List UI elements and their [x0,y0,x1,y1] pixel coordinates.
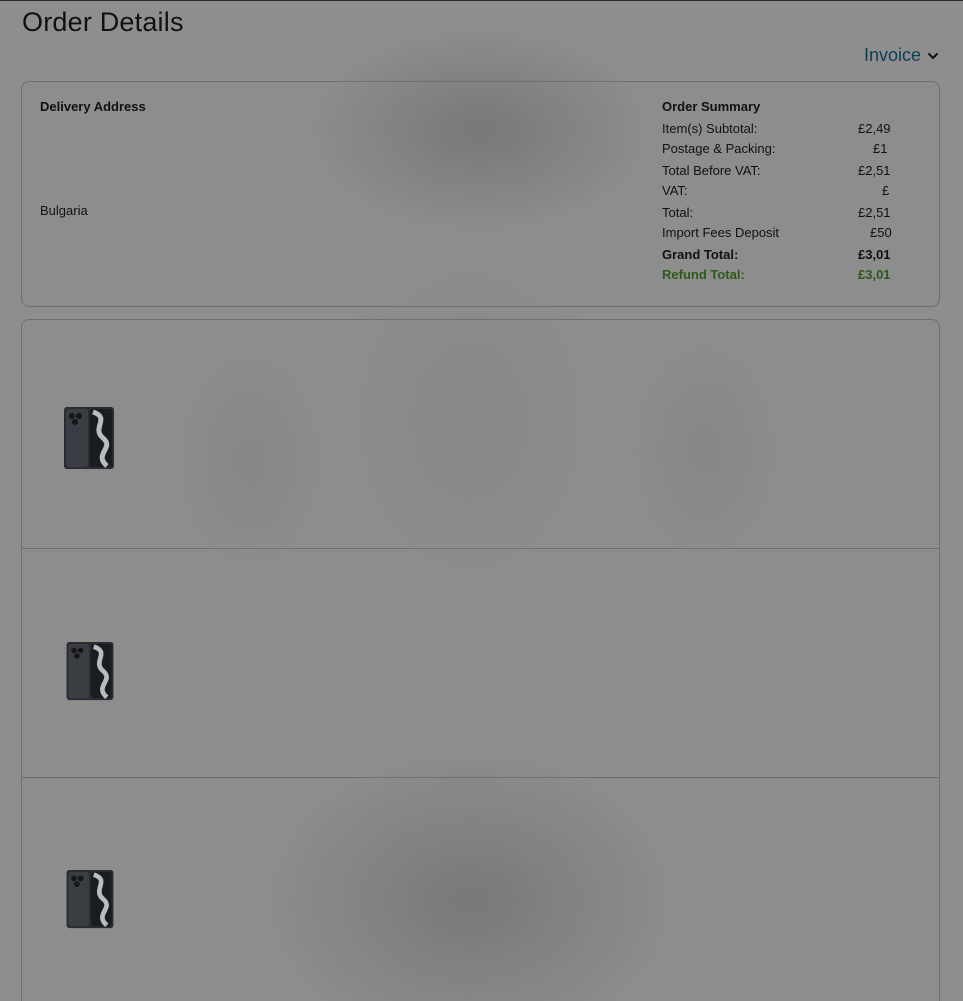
summary-value: £2,51 [858,205,891,220]
order-item [22,320,939,549]
phone-product-icon[interactable] [65,869,115,929]
summary-label: Refund Total: [662,267,745,282]
summary-label: Total: [662,205,694,220]
order-item [22,778,939,1001]
page-title: Order Details [22,7,184,37]
order-info-card: Delivery Address Bulgaria Order Summary … [21,81,940,307]
summary-label: VAT: [662,183,688,198]
delivery-address-heading: Delivery Address [40,99,146,114]
summary-value: £1 [873,141,888,156]
summary-label: Postage & Packing: [662,141,776,156]
summary-value: £50 [870,225,892,240]
order-summary: Order Summary Item(s) Subtotal: £2,49 Po… [662,99,898,286]
summary-row-vat: VAT: £ [662,182,898,202]
summary-label: Grand Total: [662,247,739,262]
order-item [22,549,939,778]
summary-row-import-fees: Import Fees Deposit £50 [662,224,898,244]
order-details-page: Order Details Invoice Delivery Address B… [0,0,963,1001]
summary-row-postage: Postage & Packing: £1 [662,140,898,160]
invoice-dropdown[interactable]: Invoice [864,45,939,66]
summary-label: Import Fees Deposit [662,225,780,240]
summary-value: £2,51 [858,163,891,178]
delivery-address-country: Bulgaria [40,203,88,218]
summary-row-subtotal: Item(s) Subtotal: £2,49 [662,120,898,140]
summary-label: Total Before VAT: [662,163,761,178]
summary-row-total-before-vat: Total Before VAT: £2,51 [662,162,898,182]
summary-value: £ [882,183,890,198]
chevron-down-icon [928,52,938,59]
order-items-card [21,319,940,1001]
summary-row-total: Total: £2,51 [662,204,898,224]
phone-product-icon[interactable] [65,641,115,701]
summary-value: £3,01 [858,267,891,282]
summary-value: £2,49 [858,121,891,136]
phone-product-icon[interactable] [63,406,115,470]
order-summary-heading: Order Summary [662,99,761,114]
summary-label: Item(s) Subtotal: [662,121,758,136]
summary-row-refund-total: Refund Total: £3,01 [662,266,898,286]
summary-value: £3,01 [858,247,891,262]
summary-row-grand-total: Grand Total: £3,01 [662,246,898,266]
invoice-label: Invoice [863,45,921,65]
